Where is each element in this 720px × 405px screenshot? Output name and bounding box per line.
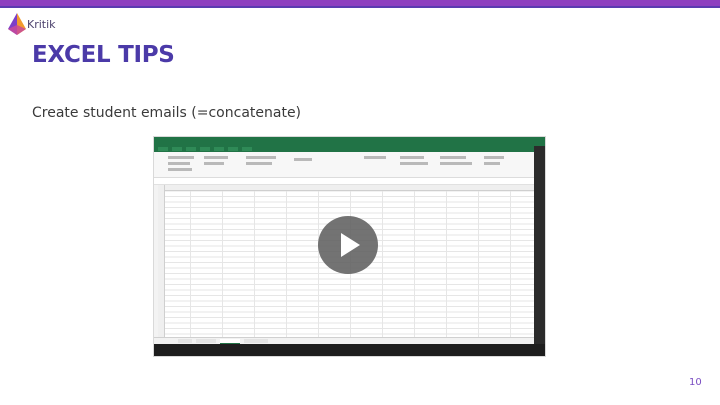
ribbon-tab (228, 147, 238, 151)
excel-ribbon (154, 152, 545, 178)
windows-taskbar (154, 344, 545, 356)
ribbon-tab (158, 147, 168, 151)
sheet-tab[interactable] (196, 339, 216, 343)
top-accent-stripe (0, 6, 720, 8)
brand-name: Kritik (27, 18, 56, 31)
play-button[interactable] (318, 216, 378, 274)
ribbon-tab (242, 147, 252, 151)
slide-title: EXCEL TIPS (32, 42, 175, 68)
formula-bar[interactable] (154, 178, 545, 185)
side-panel (534, 146, 545, 344)
column-headers (158, 185, 534, 191)
ribbon-tab (186, 147, 196, 151)
ribbon-tab (172, 147, 182, 151)
row-headers (158, 185, 165, 337)
kritik-logo-icon (8, 13, 26, 35)
slide-subtitle: Create student emails (=concatenate) (32, 105, 302, 121)
ribbon-tab (214, 147, 224, 151)
sheet-tab[interactable] (244, 339, 268, 343)
excel-title-bar (154, 137, 545, 146)
ribbon-tab (200, 147, 210, 151)
sheet-tab[interactable] (178, 339, 192, 343)
page-number: 10 (689, 377, 702, 388)
